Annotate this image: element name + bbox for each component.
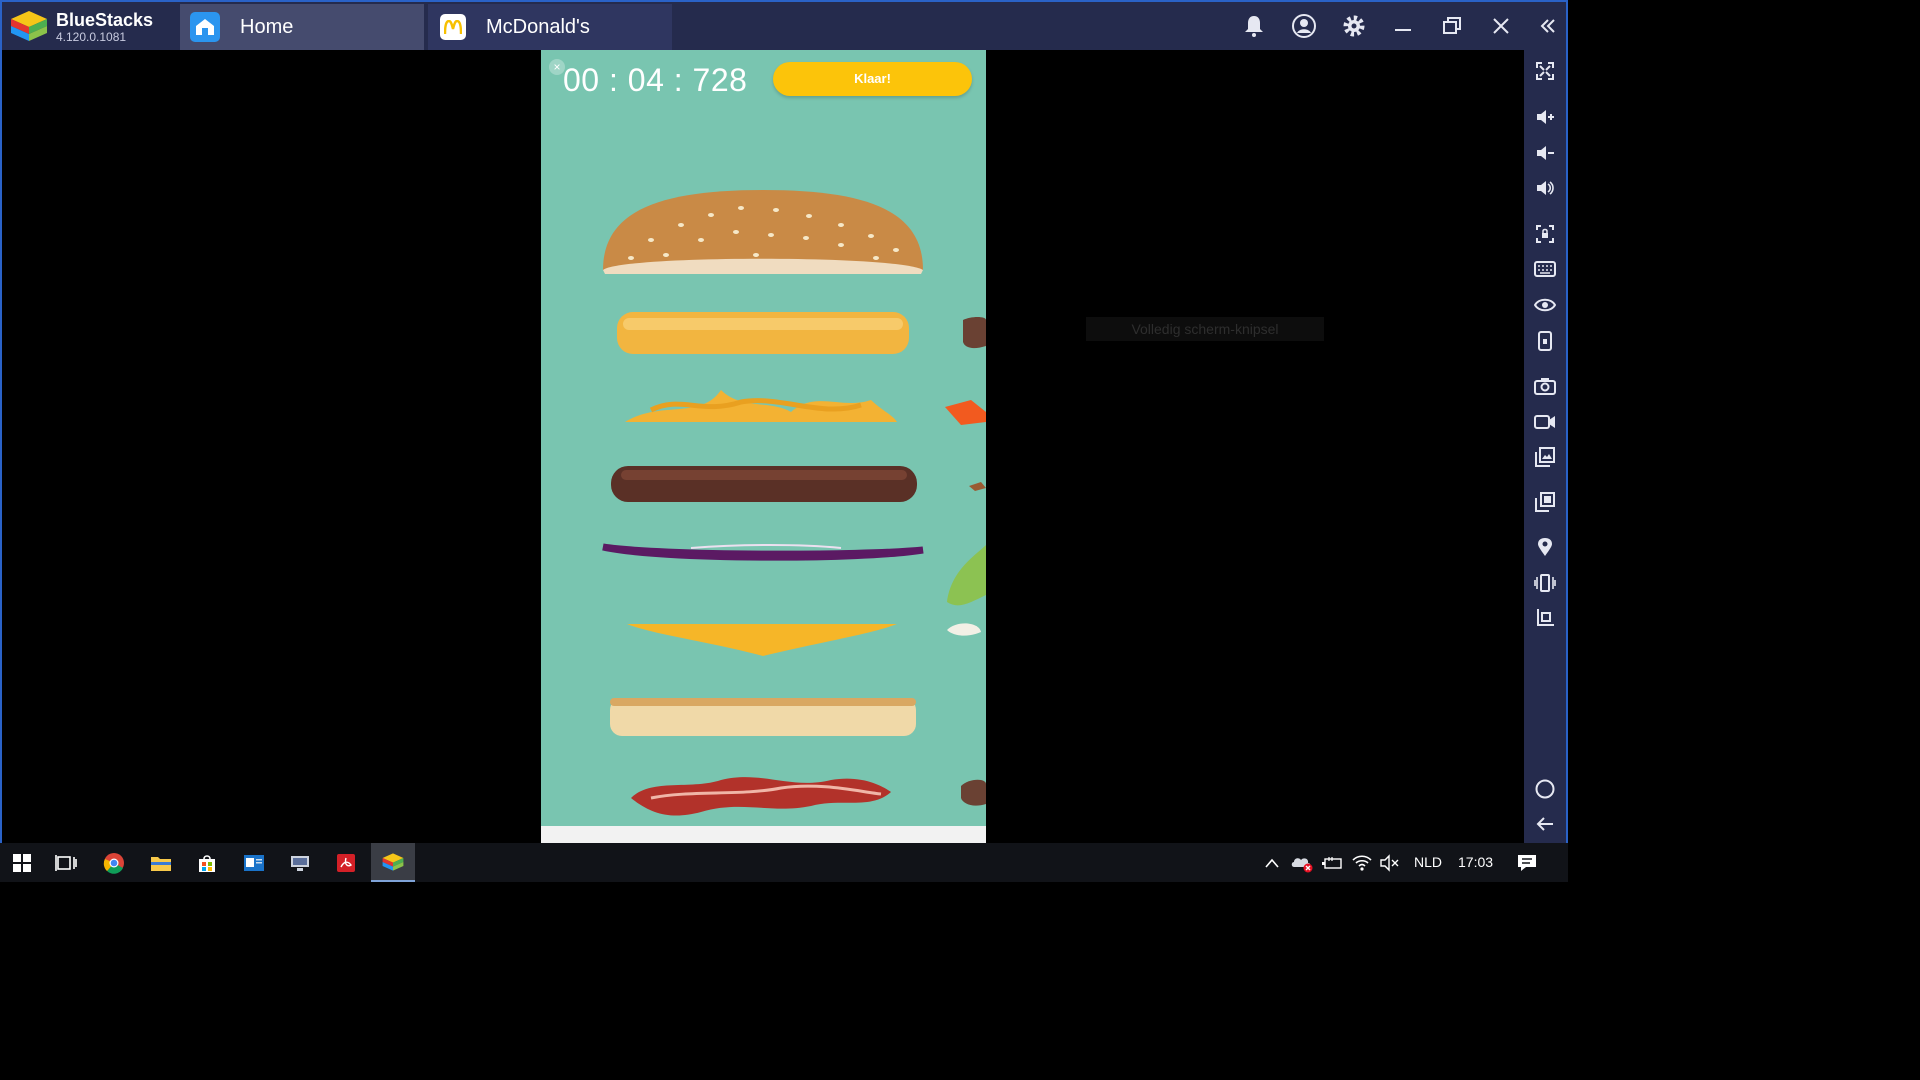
app-version: 4.120.0.1081 (56, 30, 127, 44)
minimize-icon[interactable] (1387, 10, 1419, 42)
right-sidebar (1524, 50, 1566, 844)
remote-desktop-icon[interactable] (278, 843, 322, 882)
done-button[interactable]: Klaar! (773, 62, 972, 96)
bottom-strip (541, 826, 986, 844)
title-bar: BlueStacks 4.120.0.1081 Home McDonald's (2, 2, 1566, 50)
account-icon[interactable] (1288, 10, 1320, 42)
chrome-icon[interactable] (92, 843, 136, 882)
rotate-icon[interactable] (1529, 326, 1561, 356)
ingredient-lettuce-partial (947, 545, 986, 606)
outlook-icon[interactable] (232, 843, 276, 882)
home-icon (190, 12, 220, 42)
shake-icon[interactable] (1529, 568, 1561, 598)
store-icon[interactable] (185, 843, 229, 882)
tab-home[interactable]: Home (180, 4, 424, 50)
bluestacks-logo-icon (10, 9, 48, 43)
location-icon[interactable] (1529, 532, 1561, 562)
restore-icon[interactable] (1436, 10, 1468, 42)
task-view-icon[interactable] (44, 843, 88, 882)
back-arrow-icon[interactable] (1529, 809, 1561, 839)
bluestacks-icon[interactable] (371, 843, 415, 882)
app-name: BlueStacks (56, 10, 154, 30)
burger-ingredients-image (602, 190, 986, 816)
fullscreen-icon[interactable] (1529, 56, 1561, 86)
ingredient-fries (625, 390, 986, 425)
tab-mcdonalds-label: McDonald's (486, 15, 590, 38)
gear-icon[interactable] (1338, 10, 1370, 42)
close-icon[interactable] (1485, 10, 1517, 42)
screen-lock-icon[interactable] (1529, 219, 1561, 249)
ingredient-red-onion (602, 543, 924, 561)
acrobat-icon[interactable] (324, 843, 368, 882)
collapse-sidebar-icon[interactable] (1532, 10, 1564, 42)
screenshot-icon[interactable] (1529, 371, 1561, 401)
record-icon[interactable] (1529, 407, 1561, 437)
ingredient-bun-top (603, 190, 923, 274)
input-language[interactable]: NLD (1414, 854, 1442, 870)
windows-start-icon[interactable] (0, 843, 44, 882)
volume-down-icon[interactable] (1529, 138, 1561, 168)
ingredient-bun-bottom (610, 698, 916, 736)
volume-mute-icon[interactable] (1529, 173, 1561, 203)
resize-icon[interactable] (1529, 603, 1561, 633)
tab-mcdonalds[interactable]: McDonald's (428, 4, 672, 50)
file-explorer-icon[interactable] (139, 843, 183, 882)
tooltip: Volledig scherm-knipsel (1086, 317, 1324, 341)
media-manager-icon[interactable] (1529, 442, 1561, 472)
multi-instance-icon[interactable] (1529, 487, 1561, 517)
notifications-icon[interactable] (1506, 843, 1548, 882)
volume-up-icon[interactable] (1529, 102, 1561, 132)
ingredient-bacon (631, 777, 986, 816)
app-viewport[interactable]: × 00 : 04 : 728 Klaar! (541, 50, 986, 844)
clock[interactable]: 17:03 (1458, 854, 1493, 870)
volume-muted-icon[interactable] (1370, 843, 1410, 882)
ingredient-cheese (627, 623, 981, 656)
bell-icon[interactable] (1238, 10, 1270, 42)
timer-display: 00 : 04 : 728 (563, 62, 748, 98)
home-circle-icon[interactable] (1529, 774, 1561, 804)
ingredient-beef-patty (611, 466, 986, 502)
eye-icon[interactable] (1529, 290, 1561, 320)
bluestacks-window: BlueStacks 4.120.0.1081 Home McDonald's (0, 0, 1568, 882)
mcdonalds-logo-icon (440, 14, 466, 40)
windows-taskbar: NLD 17:03 (0, 843, 1568, 882)
tab-home-label: Home (240, 15, 294, 38)
ingredient-hash-brown (617, 312, 986, 354)
keyboard-icon[interactable] (1529, 254, 1561, 284)
